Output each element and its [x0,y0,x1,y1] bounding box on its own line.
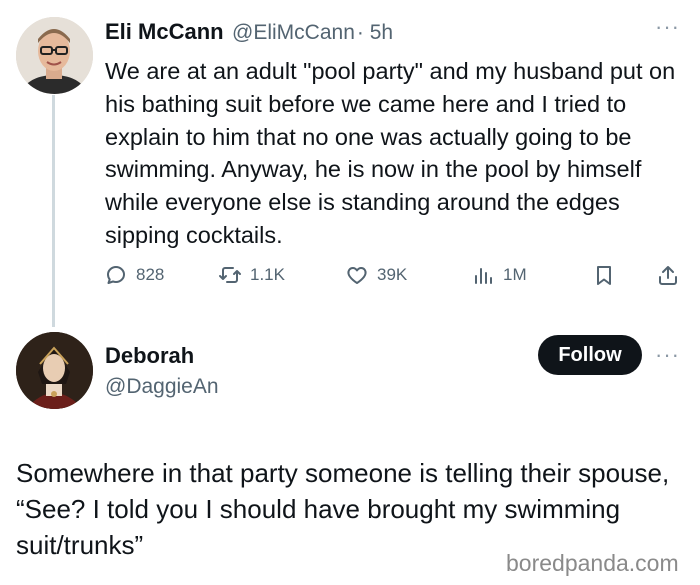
views-count: 1M [503,265,527,284]
tweet-author-name[interactable]: Eli McCann [105,19,224,44]
retweet-icon [219,267,241,283]
reply-more-icon[interactable]: ··· [655,342,680,368]
reply-author-name[interactable]: Deborah [105,343,194,369]
reply-author-handle[interactable]: @DaggieAn [105,375,219,399]
views-icon [475,268,492,284]
like-count: 39K [377,265,408,284]
bookmark-icon [597,266,611,285]
deborah-avatar-image [16,332,93,409]
retweet-count: 1.1K [250,265,285,284]
like-button[interactable]: 39K [345,263,407,287]
eli-avatar-image [16,17,93,94]
watermark: boredpanda.com [506,550,679,576]
reply-text: Somewhere in that party someone is telli… [16,458,670,560]
thread-line [52,95,55,327]
share-button[interactable] [656,263,680,287]
tweet-author-handle[interactable]: @EliMcCann [232,21,355,44]
tweet-header: Eli McCann @EliMcCann· 5h [105,19,393,45]
retweet-button[interactable]: 1.1K [218,263,285,287]
reply-icon [107,266,125,284]
views-button[interactable]: 1M [471,263,527,287]
reply-count: 828 [136,265,165,284]
reply-button[interactable]: 828 [104,263,164,287]
deborah-avatar[interactable] [16,332,93,409]
share-icon [659,266,677,285]
eli-avatar[interactable] [16,17,93,94]
tweet-more-icon[interactable]: ··· [655,14,680,40]
follow-button[interactable]: Follow [538,335,642,375]
tweet-time[interactable]: · 5h [357,21,393,44]
bookmark-button[interactable] [592,263,616,287]
heart-icon [347,267,367,284]
tweet-text: We are at an adult "pool party" and my h… [105,58,676,248]
